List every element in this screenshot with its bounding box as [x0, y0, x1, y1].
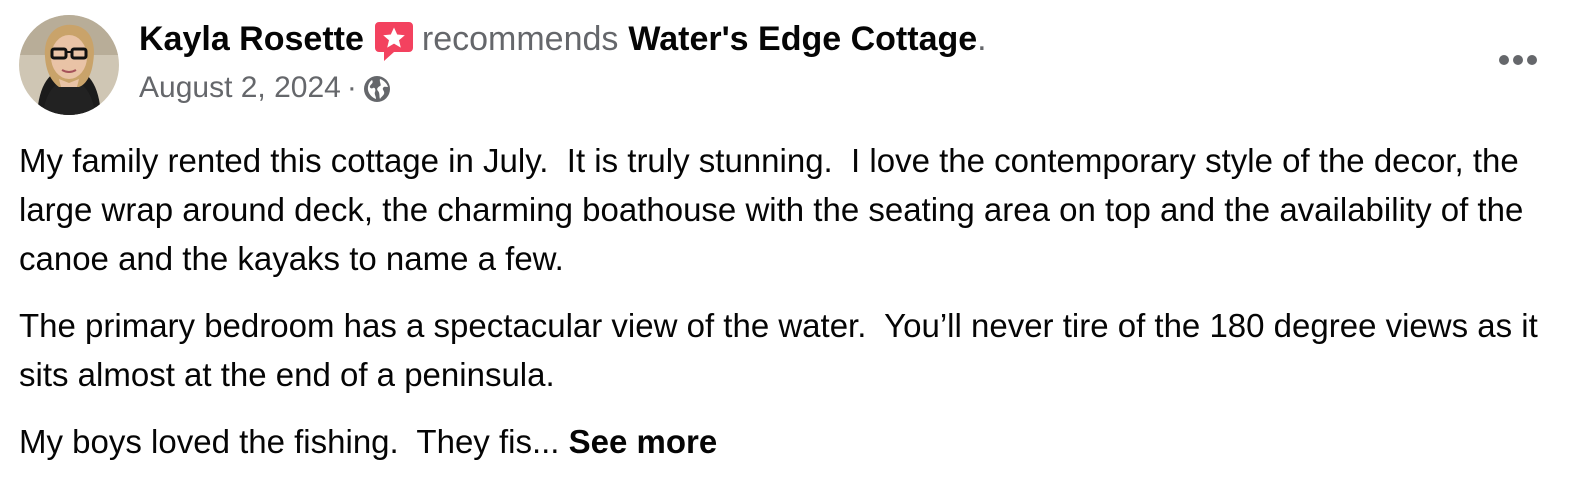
avatar[interactable]: [19, 15, 119, 115]
truncated-text: My boys loved the fishing. They fis...: [19, 423, 569, 460]
post-paragraph: The primary bedroom has a spectacular vi…: [19, 307, 1547, 393]
meta-separator: ·: [346, 71, 357, 104]
globe-icon[interactable]: [363, 75, 391, 103]
review-post: Kayla Rosette recommends Water's Edge Co…: [0, 0, 1585, 481]
recommend-verb: recommends: [421, 20, 619, 58]
post-date[interactable]: August 2, 2024: [139, 71, 341, 105]
post-meta: August 2, 2024 ·: [139, 66, 391, 110]
post-body: My family rented this cottage in July. I…: [19, 136, 1559, 484]
profile-photo-icon: [19, 15, 119, 115]
page-name-link[interactable]: Water's Edge Cottage: [628, 16, 977, 62]
post-header: Kayla Rosette recommends Water's Edge Co…: [139, 16, 987, 62]
recommend-star-icon: [374, 20, 414, 62]
author-name[interactable]: Kayla Rosette: [139, 16, 364, 62]
post-paragraph: My family rented this cottage in July. I…: [19, 142, 1533, 277]
header-period: .: [977, 20, 987, 58]
more-options-button[interactable]: [1490, 40, 1546, 80]
post-truncated-paragraph: My boys loved the fishing. They fis... S…: [19, 417, 1559, 466]
more-options-icon: [1499, 55, 1537, 65]
see-more-link[interactable]: See more: [569, 423, 718, 460]
